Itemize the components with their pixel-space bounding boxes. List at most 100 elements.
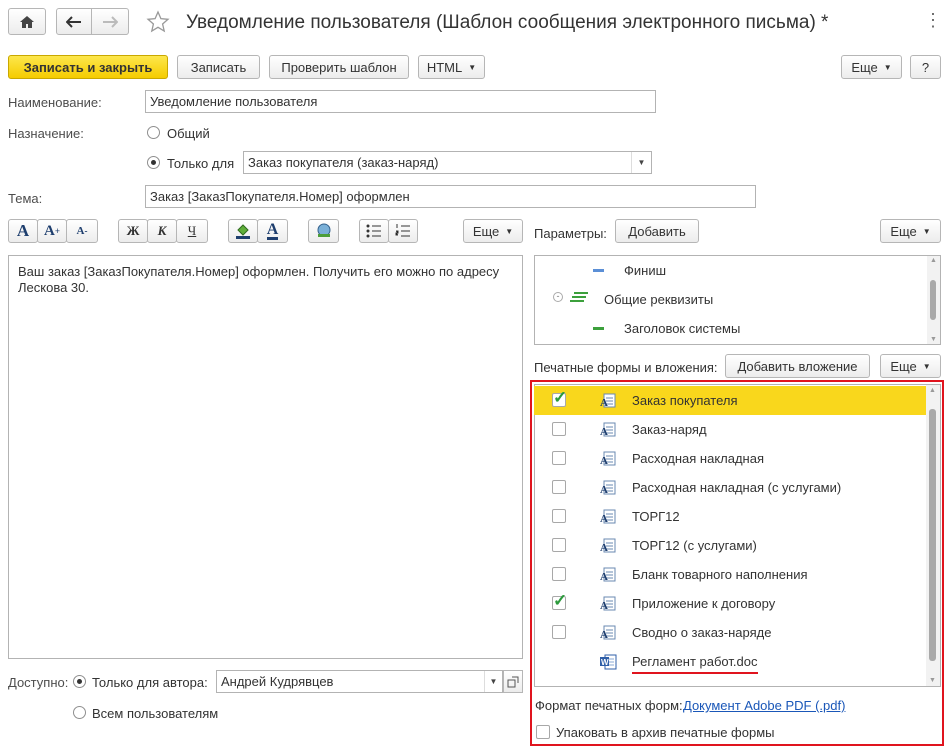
checkbox[interactable] [552,480,566,494]
save-close-button[interactable]: Записать и закрыть [8,55,168,79]
back-button[interactable] [56,8,92,35]
list-item-label: Расходная накладная [632,451,765,466]
list-item[interactable]: A ТОРГ12 (с услугами) [534,531,926,560]
checkbox[interactable] [552,625,566,639]
list-item-label: Регламент работ.doc [632,654,758,669]
editor-more-button[interactable]: Еще ▼ [463,219,523,243]
check-template-button[interactable]: Проверить шаблон [269,55,409,79]
print-format-link[interactable]: Документ Adobe PDF (.pdf) [683,698,845,713]
open-author-button[interactable] [503,670,523,693]
arrow-left-icon [66,15,81,28]
list-item[interactable]: A Сводно о заказ-наряде [534,618,926,647]
word-file-icon: W [600,654,617,670]
italic-button[interactable]: К [147,219,177,243]
arrow-right-icon [103,15,118,28]
insert-image-button[interactable] [308,219,339,243]
purpose-general-label: Общий [167,126,210,141]
params-scrollbar[interactable]: ▲ ▼ [927,256,940,344]
purpose-label: Назначение: [8,126,84,141]
tree-item-system-title[interactable]: Заголовок системы [624,321,740,336]
paint-bucket-icon [236,224,250,239]
print-form-icon: A [600,538,616,554]
purpose-type-select[interactable]: Заказ покупателя (заказ-наряд) ▼ [243,151,652,174]
font-decrease-button[interactable]: A- [66,219,98,243]
params-more-button[interactable]: Еще ▼ [880,219,941,243]
attachments-scrollbar[interactable]: ▲ ▼ [926,385,940,686]
list-item[interactable]: A Бланк товарного наполнения [534,560,926,589]
author-only-radio[interactable] [73,675,86,688]
more-button-top[interactable]: Еще ▼ [841,55,902,79]
forward-button[interactable] [91,8,129,35]
list-item[interactable]: A Расходная накладная (с услугами) [534,473,926,502]
author-select[interactable]: Андрей Кудрявцев ▼ [216,670,503,693]
checkbox[interactable] [552,422,566,436]
print-form-icon: A [600,509,616,525]
print-form-icon: A [600,393,616,409]
list-item[interactable]: A ТОРГ12 [534,502,926,531]
dropdown-arrow-icon: ▼ [883,62,892,72]
bullet-list-icon [366,224,381,238]
home-button[interactable] [8,8,46,35]
svg-text:A: A [600,600,608,612]
list-item[interactable]: A Расходная накладная [534,444,926,473]
bullet-list-button[interactable] [359,219,389,243]
list-item[interactable]: A Заказ-наряд [534,415,926,444]
scroll-down-icon[interactable]: ▼ [929,677,936,684]
font-button-label: A [16,221,30,240]
tree-item-common-attributes[interactable]: Общие реквизиты [604,292,713,307]
access-label: Доступно: [8,675,69,690]
all-users-radio[interactable] [73,706,86,719]
scroll-up-icon[interactable]: ▲ [929,387,936,394]
checkbox[interactable]: ✓ [552,591,567,610]
italic-label: К [157,223,167,238]
subject-label: Тема: [8,191,43,206]
scroll-down-icon[interactable]: ▼ [930,336,937,343]
underline-button[interactable]: Ч [176,219,208,243]
checkbox[interactable] [552,451,566,465]
checkbox[interactable] [552,509,566,523]
list-item-label: Сводно о заказ-наряде [632,625,772,640]
checkbox[interactable] [552,567,566,581]
params-scroll-thumb[interactable] [930,280,936,320]
message-body-editor[interactable]: Ваш заказ [ЗаказПокупателя.Номер] оформл… [8,255,523,659]
favorite-star-icon[interactable] [146,10,170,37]
dropdown-arrow-icon[interactable]: ▼ [631,152,651,173]
window-menu-icon[interactable]: ⋮ [924,10,942,31]
collapse-icon[interactable]: - [553,292,563,302]
message-body-text: Ваш заказ [ЗаказПокупателя.Номер] оформл… [18,264,500,295]
numbered-list-button[interactable] [388,219,418,243]
image-icon [317,223,330,237]
bold-button[interactable]: Ж [118,219,148,243]
params-tree[interactable]: Финиш - Общие реквизиты Заголовок систем… [534,255,941,345]
save-button[interactable]: Записать [177,55,260,79]
purpose-only-for-radio[interactable] [147,156,160,169]
dropdown-arrow-icon: ▼ [505,226,514,236]
add-attachment-button[interactable]: Добавить вложение [725,354,870,378]
font-button[interactable]: A [8,219,38,243]
checkbox[interactable]: ✓ [552,388,567,407]
svg-text:A: A [600,426,608,438]
attachments-scroll-thumb[interactable] [929,409,936,661]
attachments-more-button[interactable]: Еще ▼ [880,354,941,378]
font-increase-button[interactable]: A + [37,219,67,243]
list-item-label: Расходная накладная (с услугами) [632,480,842,495]
list-item[interactable]: ✓ A Заказ покупателя [534,386,926,415]
print-form-icon: A [600,480,616,496]
bold-label: Ж [126,223,140,238]
format-dropdown-button[interactable]: HTML ▼ [418,55,485,79]
subject-input[interactable]: Заказ [ЗаказПокупателя.Номер] оформлен [145,185,756,208]
checkbox[interactable] [552,538,566,552]
help-button[interactable]: ? [910,55,941,79]
list-item[interactable]: ✓ A Приложение к договору [534,589,926,618]
zip-checkbox[interactable] [536,725,550,739]
list-item-label: ТОРГ12 (с услугами) [632,538,757,553]
scroll-up-icon[interactable]: ▲ [930,257,937,264]
background-color-button[interactable] [228,219,258,243]
more-button-top-label: Еще [851,59,878,75]
text-color-button[interactable]: A [257,219,288,243]
tree-item-finish[interactable]: Финиш [624,263,666,278]
dropdown-arrow-icon[interactable]: ▼ [484,671,502,692]
params-add-button[interactable]: Добавить [615,219,699,243]
purpose-general-radio[interactable] [147,126,160,139]
name-input[interactable]: Уведомление пользователя [145,90,656,113]
